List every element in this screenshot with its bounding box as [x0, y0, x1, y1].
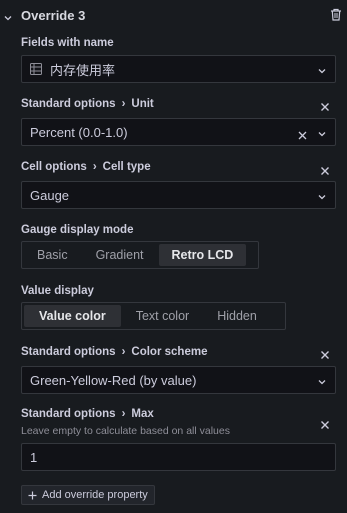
value-display-label: Value display — [21, 285, 94, 297]
remove-cell-type-icon[interactable] — [320, 163, 330, 175]
collapse-chevron-icon[interactable] — [3, 10, 13, 21]
color-scheme-value: Green-Yellow-Red (by value) — [30, 372, 197, 388]
gauge-mode-gradient[interactable]: Gradient — [83, 244, 157, 266]
remove-color-scheme-icon[interactable] — [320, 347, 330, 359]
unit-label: Standard options › Unit — [21, 98, 154, 110]
gauge-mode-retro-lcd[interactable]: Retro LCD — [158, 244, 247, 266]
trash-icon[interactable] — [330, 8, 342, 21]
plus-icon — [28, 491, 37, 500]
gauge-display-mode-label: Gauge display mode — [21, 224, 134, 236]
color-scheme-select[interactable]: Green-Yellow-Red (by value) — [21, 366, 336, 394]
gauge-display-mode-radio: Basic Gradient Retro LCD — [21, 241, 259, 269]
cell-type-select[interactable]: Gauge — [21, 181, 336, 209]
value-display-text-color[interactable]: Text color — [123, 305, 203, 327]
cell-type-value: Gauge — [30, 187, 70, 203]
max-label: Standard options › Max — [21, 408, 154, 420]
fields-with-name-select[interactable]: 内存使用率 — [21, 55, 336, 83]
chevron-down-icon — [317, 64, 327, 74]
add-override-property-label: Add override property — [42, 489, 148, 501]
max-description: Leave empty to calculate based on all va… — [21, 425, 230, 437]
chevron-down-icon — [317, 375, 327, 385]
field-icon — [30, 63, 42, 75]
unit-value: Percent (0.0-1.0) — [30, 124, 128, 140]
max-input[interactable]: 1 — [21, 443, 336, 471]
unit-select[interactable]: Percent (0.0-1.0) — [21, 118, 336, 146]
max-value: 1 — [30, 449, 38, 465]
remove-max-icon[interactable] — [320, 417, 330, 429]
override-title: Override 3 — [21, 8, 86, 23]
gauge-mode-basic[interactable]: Basic — [24, 244, 81, 266]
fields-with-name-value: 内存使用率 — [50, 62, 116, 78]
add-override-property-button[interactable]: Add override property — [21, 485, 155, 505]
chevron-down-icon — [317, 127, 327, 137]
remove-unit-icon[interactable] — [320, 99, 330, 111]
value-display-hidden[interactable]: Hidden — [204, 305, 270, 327]
value-display-value-color[interactable]: Value color — [24, 305, 121, 327]
fields-with-name-label: Fields with name — [21, 37, 114, 49]
chevron-down-icon — [317, 190, 327, 200]
color-scheme-label: Standard options › Color scheme — [21, 346, 208, 358]
value-display-radio: Value color Text color Hidden — [21, 302, 286, 330]
cell-type-label: Cell options › Cell type — [21, 161, 151, 173]
clear-unit-icon[interactable] — [298, 128, 307, 140]
